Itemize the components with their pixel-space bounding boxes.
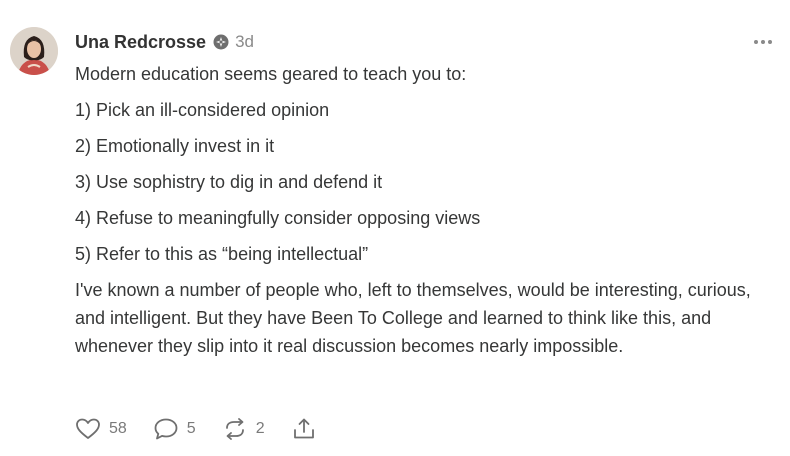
list-item: 1) Pick an ill-considered opinion — [75, 100, 330, 120]
list-item: 5) Refer to this as “being intellectual” — [75, 244, 369, 264]
like-button[interactable]: 58 — [75, 417, 127, 441]
post-intro: Modern education seems geared to teach y… — [75, 64, 467, 84]
list-item: 4) Refuse to meaningfully consider oppos… — [75, 208, 481, 228]
list-item: 2) Emotionally invest in it — [75, 136, 275, 156]
list-item: 3) Use sophistry to dig in and defend it — [75, 172, 383, 192]
comment-bubble-icon — [153, 417, 179, 441]
author-name[interactable]: Una Redcrosse — [75, 32, 206, 53]
share-button[interactable] — [291, 417, 317, 441]
restack-count: 2 — [255, 420, 265, 437]
comment-button[interactable]: 5 — [153, 417, 196, 441]
like-count: 58 — [109, 420, 127, 437]
post-closing: I've known a number of people who, left … — [75, 280, 751, 356]
restack-button[interactable]: 2 — [222, 417, 265, 441]
restack-arrows-icon — [222, 417, 248, 441]
avatar[interactable] — [10, 27, 58, 75]
post-timestamp[interactable]: 3d — [235, 32, 254, 52]
more-options-icon[interactable] — [752, 34, 774, 44]
post-content: Una Redcrosse 3d Modern education seems … — [75, 28, 775, 368]
post-actions: 58 5 2 — [75, 414, 343, 444]
comment-count: 5 — [186, 420, 196, 437]
post-body: Modern education seems geared to teach y… — [75, 60, 775, 360]
share-upload-icon — [291, 417, 317, 441]
note-post: Una Redcrosse 3d Modern education seems … — [0, 0, 790, 456]
post-header: Una Redcrosse 3d — [75, 28, 775, 56]
heart-icon — [75, 417, 101, 441]
avatar-image — [10, 27, 58, 75]
badge-icon — [213, 34, 229, 50]
